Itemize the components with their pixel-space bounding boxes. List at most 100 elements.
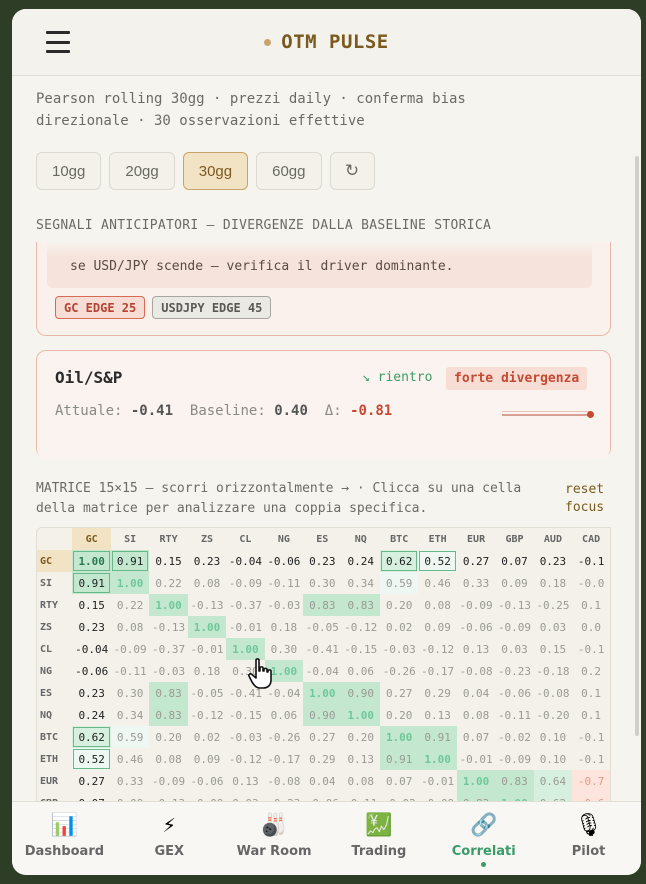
matrix-cell[interactable]: 0.07 — [457, 726, 495, 748]
matrix-cell[interactable]: -0.12 — [342, 616, 380, 638]
matrix-cell[interactable]: -0.13 — [149, 792, 187, 802]
matrix-cell[interactable]: -0.08 — [534, 682, 572, 704]
matrix-cell[interactable]: 0.34 — [342, 572, 380, 594]
matrix-cell[interactable]: 0.64 — [533, 770, 573, 792]
matrix-cell[interactable]: -0.09 — [111, 638, 149, 660]
matrix-cell[interactable]: 0.02 — [188, 726, 226, 748]
matrix-cell[interactable]: 1.00 — [187, 616, 227, 638]
matrix-cell[interactable]: -0.09 — [457, 594, 495, 616]
matrix-cell[interactable]: 0.1 — [572, 704, 610, 726]
matrix-cell[interactable]: 0.03 — [495, 638, 533, 660]
matrix-cell[interactable]: 0.09 — [495, 572, 533, 594]
matrix-cell[interactable]: 0.30 — [111, 682, 149, 704]
nav-war-room[interactable]: 🎳 War Room — [222, 802, 327, 875]
matrix-cell[interactable]: -0.02 — [495, 726, 533, 748]
matrix-cell[interactable]: -0.12 — [226, 748, 264, 770]
matrix-cell[interactable]: -0.01 — [188, 638, 226, 660]
matrix-cell[interactable]: 0.22 — [111, 594, 149, 616]
matrix-cell[interactable]: -0.41 — [303, 638, 341, 660]
matrix-cell[interactable]: 1.00 — [456, 770, 496, 792]
matrix-cell[interactable]: 0.27 — [380, 682, 418, 704]
matrix-cell[interactable]: -0.11 — [111, 660, 149, 682]
matrix-cell[interactable]: 1.00 — [149, 594, 188, 616]
matrix-cell[interactable]: 0.02 — [380, 616, 418, 638]
matrix-cell[interactable]: -0.17 — [265, 748, 303, 770]
correlation-matrix[interactable]: GC SI RTY ZS CL NG ES NQ BTC ETH EUR GBP AUD CAD GC 1.… — [36, 527, 611, 801]
matrix-cell[interactable]: -0.05 — [188, 682, 226, 704]
matrix-cell[interactable]: 0.83 — [303, 594, 342, 616]
matrix-cell[interactable]: -0.12 — [188, 704, 226, 726]
matrix-cell[interactable]: 0.04 — [303, 770, 341, 792]
matrix-cell[interactable]: 0.83 — [149, 704, 188, 726]
matrix-cell[interactable]: -0.13 — [149, 616, 187, 638]
matrix-cell[interactable]: 0.2 — [572, 660, 610, 682]
matrix-cell[interactable]: -0.26 — [265, 726, 303, 748]
matrix-cell[interactable]: -0.23 — [265, 792, 303, 802]
matrix-cell[interactable]: -0.1 — [572, 550, 610, 572]
matrix-cell[interactable]: 0.15 — [534, 638, 572, 660]
matrix-cell[interactable]: 0.27 — [303, 726, 341, 748]
matrix-cell[interactable]: 0.62 — [72, 726, 111, 748]
matrix-cell[interactable]: -0.04 — [303, 660, 341, 682]
matrix-cell[interactable]: -0.06 — [495, 682, 533, 704]
matrix-cell[interactable]: -0.15 — [226, 704, 264, 726]
matrix-cell[interactable]: -0.02 — [380, 792, 418, 802]
matrix-cell[interactable]: -0.09 — [495, 616, 533, 638]
matrix-cell[interactable]: 1.00 — [495, 792, 534, 801]
matrix-cell[interactable]: -0.09 — [495, 748, 533, 770]
matrix-cell[interactable]: 0.33 — [111, 770, 149, 792]
matrix-cell[interactable]: 0.07 — [72, 792, 110, 802]
matrix-cell[interactable]: -0.11 — [495, 704, 533, 726]
matrix-cell[interactable]: 0.33 — [457, 572, 495, 594]
matrix-cell[interactable]: -0.1 — [572, 748, 610, 770]
matrix-cell[interactable]: -0.23 — [495, 660, 533, 682]
matrix-cell[interactable]: 0.20 — [380, 704, 418, 726]
matrix-cell[interactable]: 1.00 — [379, 726, 419, 748]
matrix-cell[interactable]: 1.00 — [303, 682, 342, 704]
matrix-cell[interactable]: 0.59 — [110, 726, 150, 748]
matrix-cell[interactable]: -0.03 — [265, 594, 303, 616]
matrix-cell[interactable]: 0.18 — [534, 572, 572, 594]
matrix-cell[interactable]: 0.83 — [456, 792, 496, 801]
matrix-cell[interactable]: -0.6 — [572, 792, 610, 801]
matrix-cell[interactable]: 1.00 — [418, 748, 457, 770]
matrix-cell[interactable]: -0.1 — [572, 638, 610, 660]
refresh-icon[interactable]: ↻ — [329, 152, 375, 190]
matrix-cell[interactable]: -0.09 — [188, 792, 226, 802]
matrix-cell[interactable]: 0.08 — [149, 748, 187, 770]
matrix-cell[interactable]: 0.52 — [72, 748, 111, 770]
matrix-cell[interactable]: 0.83 — [149, 682, 188, 704]
matrix-cell[interactable]: 0.03 — [226, 792, 264, 802]
matrix-cell[interactable]: 0.13 — [418, 704, 456, 726]
menu-icon[interactable] — [46, 31, 70, 53]
matrix-cell[interactable]: 0.08 — [188, 572, 226, 594]
matrix-cell[interactable]: 0.10 — [534, 726, 572, 748]
nav-trading[interactable]: 💹 Trading — [326, 802, 431, 875]
matrix-cell[interactable]: 0.03 — [534, 616, 572, 638]
matrix-cell[interactable]: 0.30 — [303, 572, 341, 594]
matrix-cell[interactable]: 0.07 — [380, 770, 418, 792]
reset-focus-button[interactable]: reset focus — [565, 481, 641, 517]
matrix-cell[interactable]: -0.06 — [188, 770, 226, 792]
matrix-cell[interactable]: -0.08 — [457, 660, 495, 682]
matrix-cell[interactable]: 0.10 — [534, 748, 572, 770]
matrix-cell[interactable]: 1.00 — [341, 704, 380, 726]
matrix-cell[interactable]: -0.09 — [418, 792, 456, 802]
matrix-cell[interactable]: 0.15 — [149, 550, 187, 572]
matrix-cell[interactable]: 0.23 — [72, 616, 110, 638]
matrix-cell[interactable]: -0.08 — [265, 770, 303, 792]
matrix-cell[interactable]: -0.03 — [149, 660, 187, 682]
matrix-cell[interactable]: 0.08 — [457, 704, 495, 726]
matrix-cell[interactable]: 0.62 — [533, 792, 573, 801]
matrix-cell[interactable]: -0.18 — [534, 660, 572, 682]
matrix-cell[interactable]: 0.04 — [457, 682, 495, 704]
matrix-cell[interactable]: 0.24 — [72, 704, 110, 726]
matrix-cell[interactable]: -0.37 — [149, 638, 187, 660]
matrix-cell[interactable]: 0.20 — [342, 726, 380, 748]
matrix-cell[interactable]: 0.09 — [188, 748, 226, 770]
matrix-cell[interactable]: 0.08 — [342, 770, 380, 792]
matrix-cell[interactable]: 0.08 — [418, 594, 456, 616]
matrix-cell[interactable]: 0.46 — [418, 572, 456, 594]
matrix-cell[interactable]: 0.23 — [534, 550, 572, 572]
matrix-cell[interactable]: -0.03 — [380, 638, 418, 660]
